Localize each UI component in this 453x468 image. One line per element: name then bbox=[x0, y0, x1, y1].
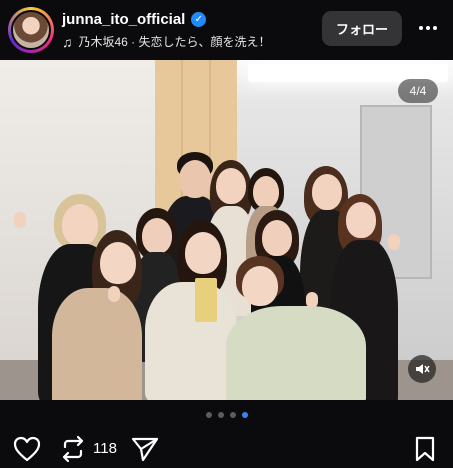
music-note-icon: ♫ bbox=[62, 33, 73, 50]
music-label: 乃木坂46 · 失恋したら、顔を洗え！ bbox=[78, 35, 271, 49]
carousel-dots[interactable] bbox=[0, 412, 453, 418]
profile-avatar[interactable] bbox=[8, 7, 54, 53]
verified-badge-icon: ✓ bbox=[191, 12, 207, 27]
carousel-dot[interactable] bbox=[217, 412, 224, 418]
repost-count: 118 bbox=[93, 440, 117, 457]
action-bar: 118 bbox=[0, 428, 453, 468]
slide-counter: 4/4 bbox=[398, 79, 438, 103]
bookmark-icon[interactable] bbox=[410, 434, 440, 464]
username-link[interactable]: junna_ito_official bbox=[62, 11, 185, 28]
avatar-image bbox=[11, 10, 51, 50]
username-row: junna_ito_official ✓ bbox=[62, 11, 207, 28]
post-photo[interactable]: 4/4 bbox=[0, 60, 453, 400]
post-header: junna_ito_official ✓ ♫ 乃木坂46 · 失恋したら、顔を洗… bbox=[0, 0, 453, 60]
send-icon[interactable] bbox=[130, 434, 160, 464]
carousel-dot[interactable] bbox=[241, 412, 248, 418]
heart-icon[interactable] bbox=[12, 434, 42, 464]
muted-speaker-icon[interactable] bbox=[408, 355, 436, 383]
more-options-icon[interactable] bbox=[414, 16, 442, 40]
carousel-dot[interactable] bbox=[205, 412, 212, 418]
music-info[interactable]: ♫ 乃木坂46 · 失恋したら、顔を洗え！ bbox=[62, 33, 271, 50]
envelope bbox=[195, 278, 217, 322]
repost-icon[interactable] bbox=[58, 434, 88, 464]
carousel-dot[interactable] bbox=[229, 412, 236, 418]
follow-button[interactable]: フォロー bbox=[322, 11, 402, 46]
